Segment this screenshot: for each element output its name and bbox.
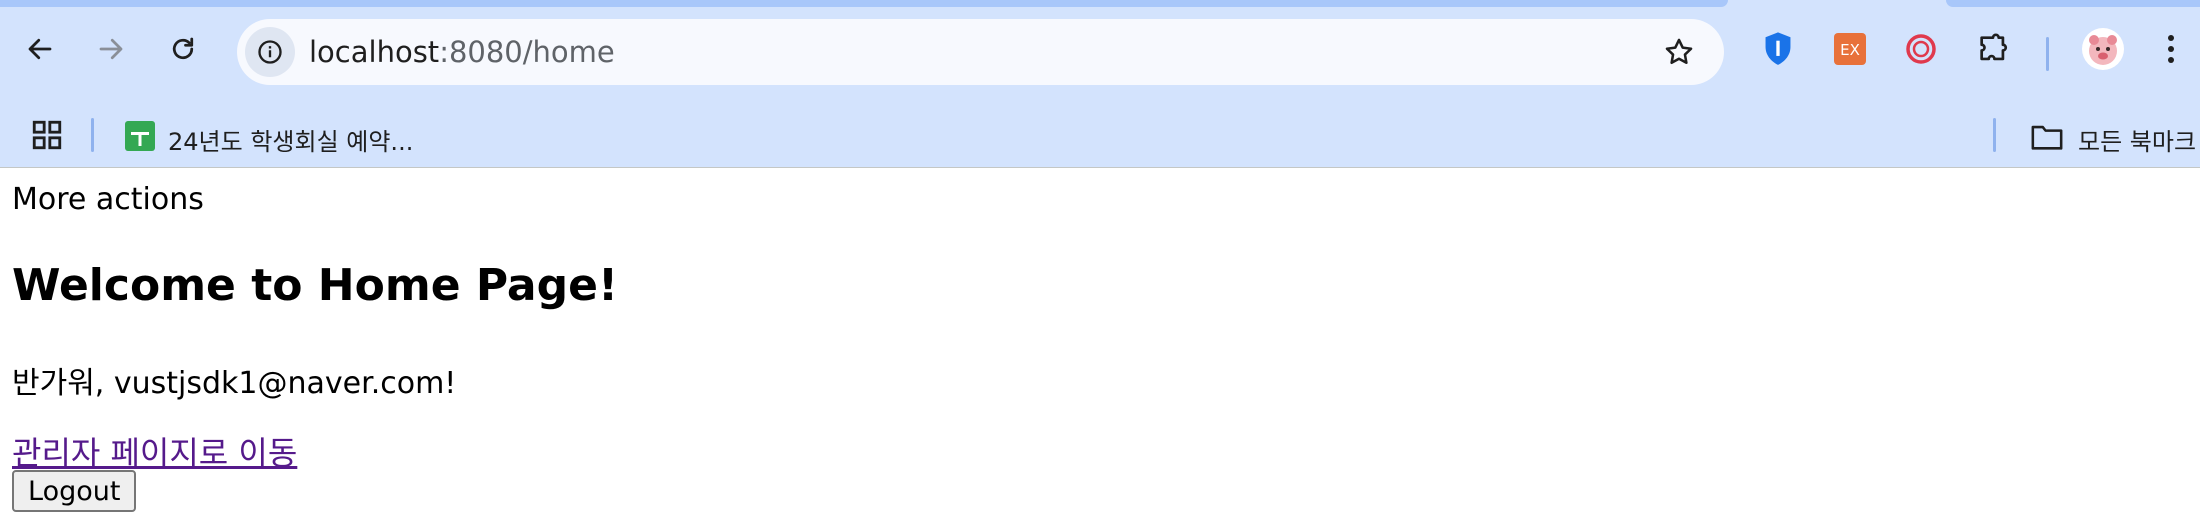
- ex-extension-icon: EX: [1834, 33, 1866, 65]
- bookmarks-separator: [91, 118, 94, 152]
- back-button[interactable]: [15, 24, 65, 74]
- chrome-bottom-border: [0, 167, 2200, 168]
- folder-icon: [2031, 125, 2063, 150]
- bookmark-item-reservation[interactable]: 24년도 학생회실 예약...: [122, 110, 414, 160]
- ring-extension-icon: [1906, 34, 1936, 64]
- ex-extension-button[interactable]: EX: [1830, 29, 1870, 69]
- url-text[interactable]: localhost:8080/home: [309, 34, 615, 70]
- ring-extension-button[interactable]: [1901, 29, 1941, 69]
- shield-extension-icon: [1765, 32, 1791, 65]
- bookmarks-right-separator: [1993, 118, 1996, 152]
- avatar-icon: [2082, 28, 2124, 70]
- bookmark-item-label: 24년도 학생회실 예약...: [168, 128, 414, 156]
- info-icon: [258, 40, 282, 64]
- url-path: :8080/home: [439, 35, 615, 69]
- browser-toolbar: localhost:8080/home EX: [0, 7, 2200, 102]
- shield-extension-button[interactable]: [1758, 29, 1798, 69]
- reload-button[interactable]: [158, 24, 208, 74]
- toolbar-separator: [2046, 37, 2049, 71]
- greeting-text: 반가워, vustjsdk1@naver.com!: [12, 366, 457, 401]
- more-actions-text: More actions: [12, 182, 204, 217]
- profile-avatar-button[interactable]: [2080, 26, 2126, 72]
- star-icon: [1665, 38, 1693, 65]
- bookmark-star-button[interactable]: [1662, 35, 1696, 73]
- url-host: localhost: [309, 35, 440, 69]
- arrow-right-icon: [99, 38, 123, 60]
- sheets-icon: [125, 121, 155, 151]
- apps-button[interactable]: [30, 118, 66, 154]
- all-bookmarks-label: 모든 북마크: [2078, 128, 2197, 156]
- puzzle-icon: [1980, 33, 2008, 61]
- svg-text:EX: EX: [1840, 41, 1860, 59]
- logout-button[interactable]: Logout: [12, 470, 137, 512]
- tab-strip-left: [0, 0, 1728, 7]
- arrow-left-icon: [28, 38, 52, 60]
- browser-menu-button[interactable]: [2151, 29, 2191, 69]
- all-bookmarks-button[interactable]: 모든 북마크: [2026, 110, 2200, 160]
- forward-button[interactable]: [86, 24, 136, 74]
- address-bar[interactable]: localhost:8080/home: [237, 19, 1724, 85]
- admin-page-link[interactable]: 관리자 페이지로 이동: [12, 428, 297, 474]
- reload-icon: [172, 37, 194, 60]
- bookmarks-bar: 24년도 학생회실 예약... 모든 북마크: [0, 102, 2200, 168]
- site-info-button[interactable]: [245, 27, 295, 77]
- browser-chrome: localhost:8080/home EX 24년도 학생회실 예약... 모…: [0, 0, 2200, 168]
- tab-strip-right: [1946, 0, 2200, 7]
- kebab-menu-icon: [2168, 35, 2174, 63]
- page-title: Welcome to Home Page!: [12, 260, 619, 311]
- grid-icon: [32, 120, 62, 150]
- extensions-button[interactable]: [1973, 29, 2013, 69]
